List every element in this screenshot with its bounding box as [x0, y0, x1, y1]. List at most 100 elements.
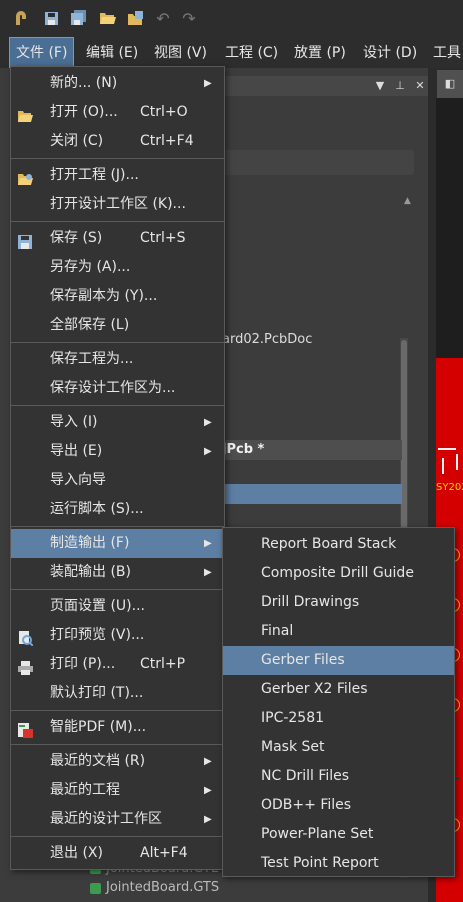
document-tab[interactable]: ◧: [437, 70, 463, 98]
panel-pin-icon[interactable]: ⊥: [392, 76, 408, 96]
menu-separator: [11, 342, 224, 343]
panel-dropdown-icon[interactable]: ▼: [372, 76, 388, 96]
menu-tools[interactable]: 工具: [427, 38, 463, 68]
menu-edit[interactable]: 编辑 (E): [80, 38, 144, 68]
open-workspace-icon[interactable]: [126, 9, 144, 27]
menu-item-label: 装配输出 (B): [50, 564, 131, 580]
menu-project[interactable]: 工程 (C): [219, 38, 284, 68]
gerber-file-icon: [90, 883, 101, 894]
fab-menu-item-11[interactable]: Power-Plane Set: [223, 820, 454, 849]
file-menu-item-13[interactable]: 导出 (E) ▶: [11, 437, 224, 466]
file-menu-item-7[interactable]: 另存为 (A)...: [11, 253, 224, 282]
app-logo-icon[interactable]: [12, 9, 30, 27]
menu-file[interactable]: 文件 (F): [8, 37, 75, 69]
menu-place[interactable]: 放置 (P): [288, 38, 352, 68]
file-menu-item-22[interactable]: 智能PDF (M)...: [11, 713, 224, 742]
file-menu-item-15[interactable]: 运行脚本 (S)...: [11, 495, 224, 524]
menu-item-label: 智能PDF (M)...: [50, 719, 147, 735]
file-menu-item-20[interactable]: 打印 (P)... Ctrl+P: [11, 650, 224, 679]
menu-item-label: 保存 (S): [50, 230, 103, 246]
file-menu-item-25[interactable]: 最近的设计工作区 ▶: [11, 805, 224, 834]
file-menu-item-23[interactable]: 最近的文档 (R) ▶: [11, 747, 224, 776]
menu-item-label: 保存副本为 (Y)...: [50, 288, 158, 304]
save-icon: [18, 231, 33, 249]
menu-item-label: 默认打印 (T)...: [50, 685, 144, 701]
fab-menu-item-3[interactable]: Drill Drawings: [223, 588, 454, 617]
scroll-up-icon[interactable]: ▲: [404, 196, 411, 206]
file-menu-item-8[interactable]: 保存副本为 (Y)...: [11, 282, 224, 311]
fab-menu-item-10[interactable]: ODB++ Files: [223, 791, 454, 820]
file-menu-item-21[interactable]: 默认打印 (T)...: [11, 679, 224, 708]
menu-item-label: 打开工程 (J)...: [50, 167, 139, 183]
fabrication-outputs-submenu: Report Board Stack Composite Drill Guide D…: [222, 527, 455, 877]
undo-icon[interactable]: ↶: [154, 9, 172, 28]
menu-item-label: 全部保存 (L): [50, 317, 130, 333]
submenu-arrow-icon: ▶: [204, 78, 212, 89]
submenu-arrow-icon: ▶: [204, 567, 212, 578]
file-menu-item-1[interactable]: 新的... (N) ▶: [11, 69, 224, 98]
menu-separator: [11, 710, 224, 711]
menu-separator: [11, 221, 224, 222]
file-menu-item-24[interactable]: 最近的工程 ▶: [11, 776, 224, 805]
pcb-silk-text: SY202: [436, 482, 463, 493]
file-menu-item-14[interactable]: 导入向导: [11, 466, 224, 495]
menu-item-label: Test Point Report: [261, 855, 379, 871]
tree-file-gts[interactable]: JointedBoard.GTS: [106, 880, 219, 895]
menu-item-shortcut: Ctrl+S: [140, 230, 186, 246]
menu-item-label: 页面设置 (U)...: [50, 598, 145, 614]
pcb-trace: [438, 448, 456, 450]
file-menu-item-26[interactable]: 退出 (X) Alt+F4: [11, 839, 224, 868]
menu-item-label: Composite Drill Guide: [261, 565, 414, 581]
doc-file-name[interactable]: ard02.PcbDoc: [222, 332, 312, 347]
quick-access-toolbar: ↶ ↷: [0, 0, 463, 38]
file-menu-item-17[interactable]: 装配输出 (B) ▶: [11, 558, 224, 587]
menu-view[interactable]: 视图 (V): [148, 38, 213, 68]
file-menu-item-9[interactable]: 全部保存 (L): [11, 311, 224, 340]
selected-tree-row[interactable]: [222, 484, 402, 504]
fab-menu-item-12[interactable]: Test Point Report: [223, 849, 454, 878]
menu-item-label: 打印预览 (V)...: [50, 627, 145, 643]
menu-item-label: 运行脚本 (S)...: [50, 501, 144, 517]
panel-search-field[interactable]: [222, 150, 414, 175]
fab-menu-item-4[interactable]: Final: [223, 617, 454, 646]
menu-item-label: 退出 (X): [50, 845, 103, 861]
project-name[interactable]: jPcb *: [222, 442, 264, 457]
save-all-icon[interactable]: [70, 9, 88, 27]
menu-item-label: 最近的设计工作区: [50, 811, 162, 827]
fab-menu-item-2[interactable]: Composite Drill Guide: [223, 559, 454, 588]
menu-item-label: Power-Plane Set: [261, 826, 374, 842]
file-menu-item-5[interactable]: 打开设计工作区 (K)...: [11, 190, 224, 219]
open-folder-icon[interactable]: [98, 9, 116, 27]
fab-menu-item-7[interactable]: IPC-2581: [223, 704, 454, 733]
menu-item-label: Final: [261, 623, 294, 639]
file-menu-item-3[interactable]: 关闭 (C) Ctrl+F4: [11, 127, 224, 156]
menu-item-label: 导入向导: [50, 472, 106, 488]
fab-menu-item-9[interactable]: NC Drill Files: [223, 762, 454, 791]
fab-menu-item-8[interactable]: Mask Set: [223, 733, 454, 762]
menu-separator: [11, 589, 224, 590]
file-menu-item-19[interactable]: 打印预览 (V)...: [11, 621, 224, 650]
menu-item-label: 保存设计工作区为...: [50, 380, 176, 396]
menu-item-label: Drill Drawings: [261, 594, 360, 610]
fab-menu-item-1[interactable]: Report Board Stack: [223, 530, 454, 559]
file-menu-item-10[interactable]: 保存工程为...: [11, 345, 224, 374]
menu-item-label: 保存工程为...: [50, 351, 134, 367]
file-menu-item-16[interactable]: 制造输出 (F) ▶: [11, 529, 224, 558]
panel-header: ▼ ⊥ ✕: [222, 76, 428, 96]
file-menu-item-4[interactable]: 打开工程 (J)...: [11, 161, 224, 190]
file-menu-item-12[interactable]: 导入 (I) ▶: [11, 408, 224, 437]
fab-menu-item-6[interactable]: Gerber X2 Files: [223, 675, 454, 704]
fab-menu-item-5[interactable]: Gerber Files: [223, 646, 454, 675]
file-menu-item-18[interactable]: 页面设置 (U)...: [11, 592, 224, 621]
panel-close-icon[interactable]: ✕: [412, 76, 428, 96]
menu-item-label: Mask Set: [261, 739, 325, 755]
smart-pdf-icon: [18, 720, 33, 738]
submenu-arrow-icon: ▶: [204, 756, 212, 767]
save-icon[interactable]: [42, 9, 60, 27]
file-menu-item-2[interactable]: 打开 (O)... Ctrl+O: [11, 98, 224, 127]
menu-design[interactable]: 设计 (D): [357, 38, 423, 68]
file-menu-item-11[interactable]: 保存设计工作区为...: [11, 374, 224, 403]
file-menu-item-6[interactable]: 保存 (S) Ctrl+S: [11, 224, 224, 253]
redo-icon[interactable]: ↷: [180, 9, 198, 28]
menu-item-label: 打开 (O)...: [50, 104, 118, 120]
